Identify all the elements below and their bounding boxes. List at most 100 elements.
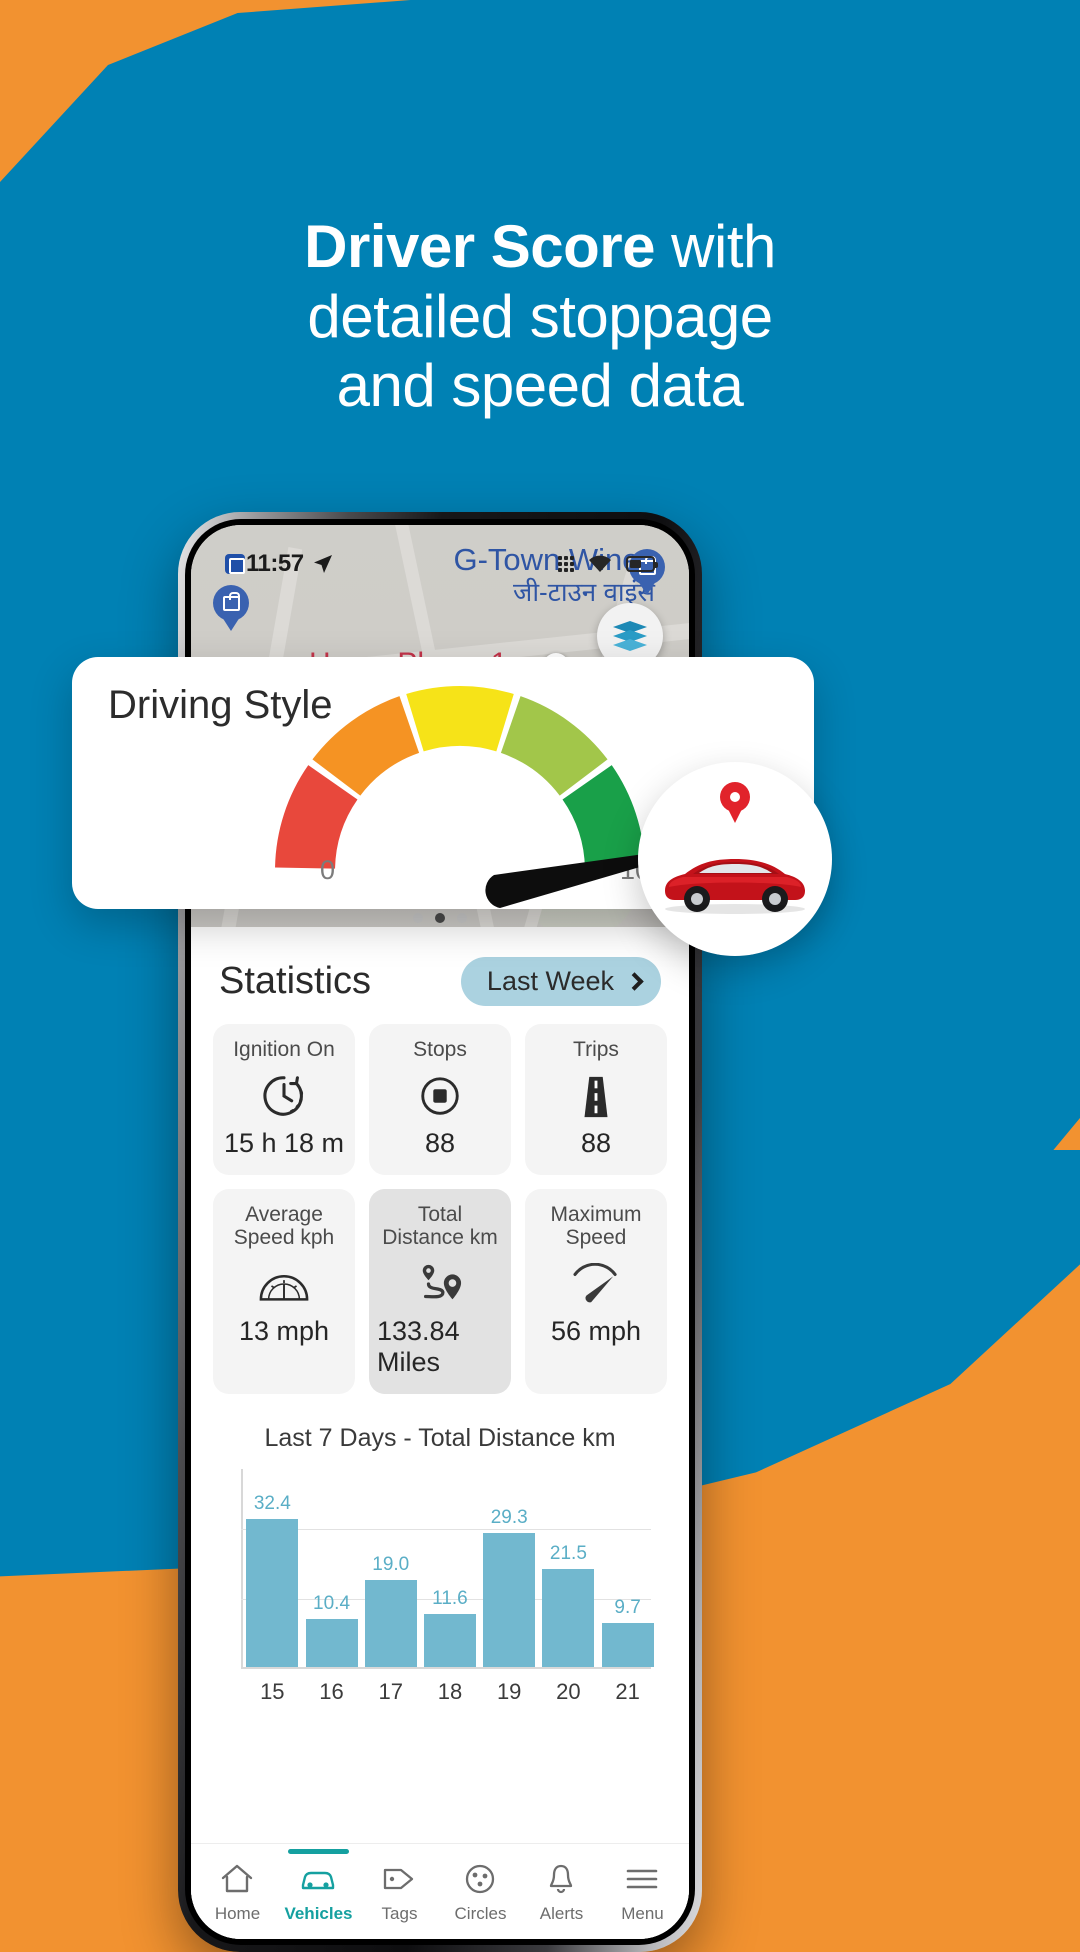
headline: Driver Score with detailed stoppage and …: [0, 212, 1080, 421]
stat-card-total-distance[interactable]: Total Distance km 133.84 Miles: [369, 1188, 511, 1394]
chart-bar-value: 19.0: [372, 1553, 410, 1575]
stat-value: 15 h 18 m: [223, 1127, 345, 1158]
chart-bar-column: 29.3: [483, 1469, 536, 1667]
period-selector-chip[interactable]: Last Week: [460, 957, 661, 1006]
chart-bar: [305, 1618, 358, 1667]
nav-label: Home: [214, 1904, 261, 1923]
chart-bar-value: 11.6: [432, 1587, 468, 1609]
vehicle-avatar-bubble[interactable]: [638, 762, 832, 956]
red-car-icon: [665, 859, 805, 914]
chart-bar-value: 21.5: [549, 1542, 587, 1564]
nav-item-circles[interactable]: Circles: [440, 1859, 521, 1924]
speedometer-icon: [258, 1256, 310, 1312]
headline-line3: and speed data: [336, 352, 744, 420]
nav-item-home[interactable]: Home: [197, 1859, 278, 1924]
chart-bar-value: 9.7: [614, 1596, 641, 1618]
chart-bar: [364, 1579, 417, 1667]
statistics-grid: Ignition On 15 h 18 m Stops 88 Trips 88 …: [213, 1024, 667, 1394]
bell-icon: [546, 1859, 576, 1899]
battery-icon: [626, 556, 658, 572]
nav-label: Tags: [381, 1904, 418, 1923]
stat-card-trips[interactable]: Trips 88: [525, 1024, 667, 1175]
headline-line1-rest: with: [655, 213, 776, 280]
chart-title: Last 7 Days - Total Distance km: [264, 1423, 616, 1452]
stat-card-ignition-on[interactable]: Ignition On 15 h 18 m: [213, 1024, 355, 1175]
chart-x-tick: 16: [319, 1678, 344, 1704]
headline-line2: detailed stoppage: [307, 282, 773, 350]
layers-icon: [613, 621, 647, 651]
chart-x-tick: 15: [260, 1678, 285, 1704]
gauge-min-label: 0: [320, 855, 336, 885]
grid-dots-icon: [558, 556, 574, 572]
stat-label: Maximum Speed: [550, 1202, 642, 1250]
statistics-header: Statistics Last Week: [213, 927, 667, 1024]
chart-bar-value: 10.4: [313, 1592, 351, 1614]
status-bar-left: 11:57: [225, 550, 335, 578]
statistics-title: Statistics: [219, 960, 372, 1002]
period-selector-label: Last Week: [486, 966, 614, 996]
chart-bar-value: 32.4: [253, 1492, 291, 1514]
stat-value: 56 mph: [550, 1315, 642, 1346]
chart-bar: [246, 1518, 299, 1667]
chart-x-labels: 15 16 17 18 19 20 21: [249, 1679, 651, 1705]
headline-emphasis: Driver Score: [304, 213, 655, 280]
status-bar-time: 11:57: [246, 550, 304, 577]
shop-pin-icon[interactable]: [213, 585, 249, 631]
carousel-dot[interactable]: [457, 913, 467, 923]
nav-label: Menu: [621, 1904, 664, 1923]
chart-bar-value: 29.3: [490, 1506, 528, 1528]
stat-value: 133.84 Miles: [377, 1315, 460, 1377]
circles-icon: [464, 1859, 496, 1899]
nav-item-menu[interactable]: Menu: [602, 1859, 683, 1924]
nav-label: Circles: [454, 1904, 507, 1923]
nav-label: Alerts: [539, 1904, 584, 1923]
navigation-arrow-icon: [313, 555, 332, 573]
stat-card-average-speed[interactable]: Average Speed kph 13 mph: [213, 1188, 355, 1394]
stat-card-maximum-speed[interactable]: Maximum Speed 56 mph: [525, 1188, 667, 1394]
nav-item-alerts[interactable]: Alerts: [521, 1859, 602, 1924]
stat-card-stops[interactable]: Stops 88: [369, 1024, 511, 1175]
app-badge-icon: [225, 554, 245, 574]
carousel-dot-active[interactable]: [435, 913, 445, 923]
stat-value: 88: [424, 1127, 456, 1158]
stat-value: 88: [580, 1127, 612, 1158]
chart-bar: [542, 1568, 595, 1667]
carousel-dot[interactable]: [413, 913, 423, 923]
chart-x-tick: 19: [496, 1678, 522, 1704]
chart-bar-column: 10.4: [305, 1469, 358, 1667]
bottom-navigation: Home Vehicles Tags Circles Alerts Menu: [191, 1843, 689, 1939]
chart-bar-column: 19.0: [364, 1469, 417, 1667]
clock-dashed-icon: [261, 1068, 307, 1124]
chart-bar-column: 21.5: [542, 1469, 595, 1667]
location-pin-icon: [720, 782, 750, 823]
stat-label: Trips: [573, 1038, 619, 1061]
chart-y-axis: [241, 1468, 243, 1669]
stat-value: 13 mph: [238, 1315, 330, 1346]
chevron-right-icon: [625, 972, 644, 991]
wifi-icon: [589, 555, 611, 572]
statistics-sheet: Statistics Last Week Ignition On 15 h 18…: [191, 927, 689, 1939]
chart-x-tick: 18: [437, 1678, 463, 1704]
nav-item-vehicles[interactable]: Vehicles: [278, 1849, 359, 1924]
gauge-segment: [406, 686, 514, 752]
status-bar: 11:57: [191, 547, 689, 581]
chart-bar: [483, 1532, 536, 1667]
stop-circle-icon: [417, 1068, 463, 1124]
stat-label: Ignition On: [233, 1038, 335, 1061]
chart-x-tick: 17: [378, 1678, 403, 1704]
stat-label: Stops: [413, 1038, 467, 1061]
nav-label: Vehicles: [284, 1904, 353, 1923]
chart-x-tick: 21: [615, 1678, 640, 1704]
chart-x-tick: 20: [556, 1678, 581, 1704]
nav-item-tags[interactable]: Tags: [359, 1859, 440, 1924]
chart-x-axis: [241, 1666, 651, 1669]
chart-bar-column: 11.6: [423, 1469, 476, 1667]
hamburger-menu-icon: [625, 1859, 659, 1899]
route-pin-icon: [414, 1256, 466, 1312]
tags-icon: [381, 1859, 417, 1899]
road-icon: [574, 1068, 618, 1124]
chart-bar: [423, 1613, 476, 1667]
distance-bar-chart: 32.4 10.4 19.0 11.6 29.3 21.5 9.7: [241, 1468, 654, 1669]
chart-bars: 32.4 10.4 19.0 11.6 29.3 21.5 9.7: [246, 1469, 654, 1667]
chart-bar-column: 32.4: [246, 1469, 299, 1667]
